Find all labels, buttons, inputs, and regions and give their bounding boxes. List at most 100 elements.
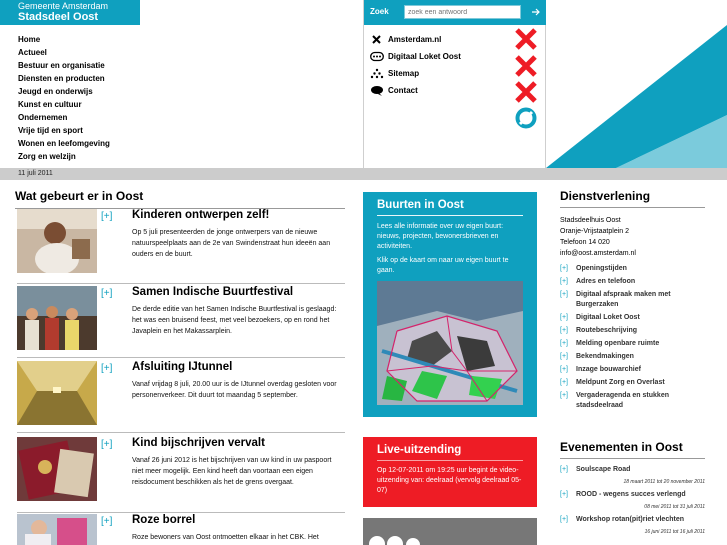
list-bullet: [+]: [560, 366, 568, 373]
date-bar: 11 juli 2011: [0, 168, 727, 180]
link-adres-telefoon[interactable]: [+] Adres en telefoon: [560, 277, 710, 287]
evenementen-rule: [560, 458, 705, 459]
service-link-label: Sitemap: [388, 69, 420, 78]
news-photo-festival[interactable]: [17, 286, 97, 350]
link-vergaderagenda[interactable]: [+] Vergaderagenda en stukken stadsdeelra…: [560, 391, 710, 411]
live-title[interactable]: Live-uitzending: [377, 444, 523, 461]
news-title[interactable]: Kind bijschrijven vervalt: [132, 437, 265, 449]
link-inzage-bouwarchief[interactable]: [+] Inzage bouwarchief: [560, 365, 710, 375]
news-heading: Wat gebeurt er in Oost: [15, 189, 144, 203]
buurten-panel: Buurten in Oost Lees alle informatie ove…: [363, 192, 537, 417]
news-separator: [17, 432, 345, 433]
arrow-right-icon[interactable]: [530, 6, 542, 18]
nav-item-kunst[interactable]: Kunst en cultuur: [18, 98, 110, 111]
x-icon: [370, 34, 384, 46]
news-title[interactable]: Afsluiting IJtunnel: [132, 361, 232, 373]
service-link-amsterdam[interactable]: Amsterdam.nl: [370, 34, 461, 51]
news-title[interactable]: Kinderen ontwerpen zelf!: [132, 209, 269, 221]
service-link-label: Amsterdam.nl: [388, 35, 442, 44]
link-digitaal-afspraak[interactable]: [+] Digitaal afspraak maken met Burgerzak…: [560, 290, 710, 310]
list-bullet: [+]: [560, 265, 568, 272]
buurten-title[interactable]: Buurten in Oost: [377, 199, 523, 216]
nav-item-actueel[interactable]: Actueel: [18, 46, 110, 59]
header-divider: [363, 0, 364, 168]
list-bullet: [+]: [560, 491, 568, 498]
link-routebeschrijving[interactable]: [+] Routebeschrijving: [560, 326, 710, 336]
link-openingstijden[interactable]: [+] Openingstijden: [560, 264, 710, 274]
dienstverlening-heading: Dienstverlening: [560, 189, 651, 203]
link-label: Meldpunt Zorg en Overlast: [576, 379, 665, 386]
news-separator: [17, 512, 345, 513]
news-body: De derde editie van het Samen Indische B…: [132, 306, 337, 335]
buurten-instruction: Klik op de kaart om naar uw eigen buurt …: [377, 257, 509, 274]
address-line: Stadsdeelhuis Oost: [560, 217, 621, 224]
link-label: Melding openbare ruimte: [576, 340, 660, 347]
service-link-contact[interactable]: Contact: [370, 85, 461, 102]
link-label: Digitaal afspraak maken met Burgerzaken: [576, 291, 671, 308]
decorative-corner-graphic: [546, 25, 727, 168]
event-item: [+] ROOD - wegens succes verlengd 08 mei…: [560, 491, 705, 516]
event-title[interactable]: Workshop rotan(pit)riet vlechten: [576, 516, 684, 523]
list-bullet: [+]: [560, 379, 568, 386]
brand-line-district: Stadsdeel Oost: [18, 11, 99, 23]
address-line: Telefoon 14 020: [560, 239, 610, 246]
buurten-intro: Lees alle informatie over uw eigen buurt…: [377, 223, 504, 250]
expand-link[interactable]: [+]: [101, 288, 112, 299]
event-title[interactable]: ROOD - wegens succes verlengd: [576, 491, 686, 498]
expand-link[interactable]: [+]: [101, 363, 112, 374]
service-link-sitemap[interactable]: Sitemap: [370, 68, 461, 85]
event-dates: 18 maart 2011 tot 20 november 2011: [623, 479, 705, 485]
address-line: Oranje-Vrijstaatplein 2: [560, 228, 629, 235]
news-body: Roze bewoners van Oost ontmoetten elkaar…: [132, 534, 319, 541]
news-photo-passport[interactable]: [17, 437, 97, 501]
service-link-label: Digitaal Loket Oost: [388, 52, 461, 61]
search-bar: Zoek: [364, 0, 546, 25]
event-title[interactable]: Soulscape Road: [576, 466, 630, 473]
link-label: Digitaal Loket Oost: [576, 314, 640, 321]
search-input[interactable]: [404, 5, 521, 19]
nav-item-jeugd[interactable]: Jeugd en onderwijs: [18, 85, 110, 98]
nav-item-diensten[interactable]: Diensten en producten: [18, 72, 110, 85]
event-dates: 08 mei 2011 tot 31 juli 2011: [644, 504, 705, 510]
nav-item-bestuur[interactable]: Bestuur en organisatie: [18, 59, 110, 72]
link-label: Openingstijden: [576, 265, 627, 272]
list-bullet: [+]: [560, 340, 568, 347]
link-label: Routebeschrijving: [576, 327, 638, 334]
dienstverlening-links: [+] Openingstijden [+] Adres en telefoon […: [560, 264, 710, 414]
nav-item-zorg[interactable]: Zorg en welzijn: [18, 150, 110, 163]
link-melding-openbare-ruimte[interactable]: [+] Melding openbare ruimte: [560, 339, 710, 349]
news-photo-borrel[interactable]: [17, 514, 97, 545]
list-bullet: [+]: [560, 327, 568, 334]
nav-item-ondernemen[interactable]: Ondernemen: [18, 111, 110, 124]
email-link[interactable]: info@oost.amsterdam.nl: [560, 248, 636, 259]
nav-item-home[interactable]: Home: [18, 33, 110, 46]
nav-item-wonen[interactable]: Wonen en leefomgeving: [18, 137, 110, 150]
expand-link[interactable]: [+]: [101, 439, 112, 450]
event-item: [+] Soulscape Road 18 maart 2011 tot 20 …: [560, 466, 705, 491]
service-links: Amsterdam.nl Digitaal Loket Oost Sitemap…: [370, 34, 461, 102]
speech-bubble-icon: [370, 85, 384, 97]
list-bullet: [+]: [560, 466, 568, 473]
neighbourhood-map[interactable]: [377, 281, 523, 405]
nav-item-vrije-tijd[interactable]: Vrije tijd en sport: [18, 124, 110, 137]
site-logo[interactable]: Gemeente Amsterdam Stadsdeel Oost: [0, 0, 140, 25]
promo-banner[interactable]: [363, 518, 537, 545]
link-bekendmakingen[interactable]: [+] Bekendmakingen: [560, 352, 710, 362]
service-link-digitaal-loket[interactable]: Digitaal Loket Oost: [370, 51, 461, 68]
news-photo-children[interactable]: [17, 209, 97, 273]
news-photo-tunnel[interactable]: [17, 361, 97, 425]
list-bullet: [+]: [560, 291, 568, 298]
live-text: Op 12-07-2011 om 19:25 uur begint de vid…: [377, 467, 522, 494]
list-bullet: [+]: [560, 314, 568, 321]
news-body: Vanaf 26 juni 2012 is het bijschrijven v…: [132, 457, 332, 486]
link-digitaal-loket[interactable]: [+] Digitaal Loket Oost: [560, 313, 710, 323]
expand-link[interactable]: [+]: [101, 211, 112, 222]
expand-link[interactable]: [+]: [101, 516, 112, 527]
news-title[interactable]: Samen Indische Buurtfestival: [132, 286, 293, 298]
news-body: Vanaf vrijdag 8 juli, 20.00 uur is de IJ…: [132, 381, 337, 399]
service-link-label: Contact: [388, 86, 418, 95]
link-meldpunt-zorg[interactable]: [+] Meldpunt Zorg en Overlast: [560, 378, 710, 388]
news-title[interactable]: Roze borrel: [132, 514, 195, 526]
andreas-cross-icon: [514, 80, 538, 104]
refresh-ring-icon: [514, 106, 538, 130]
